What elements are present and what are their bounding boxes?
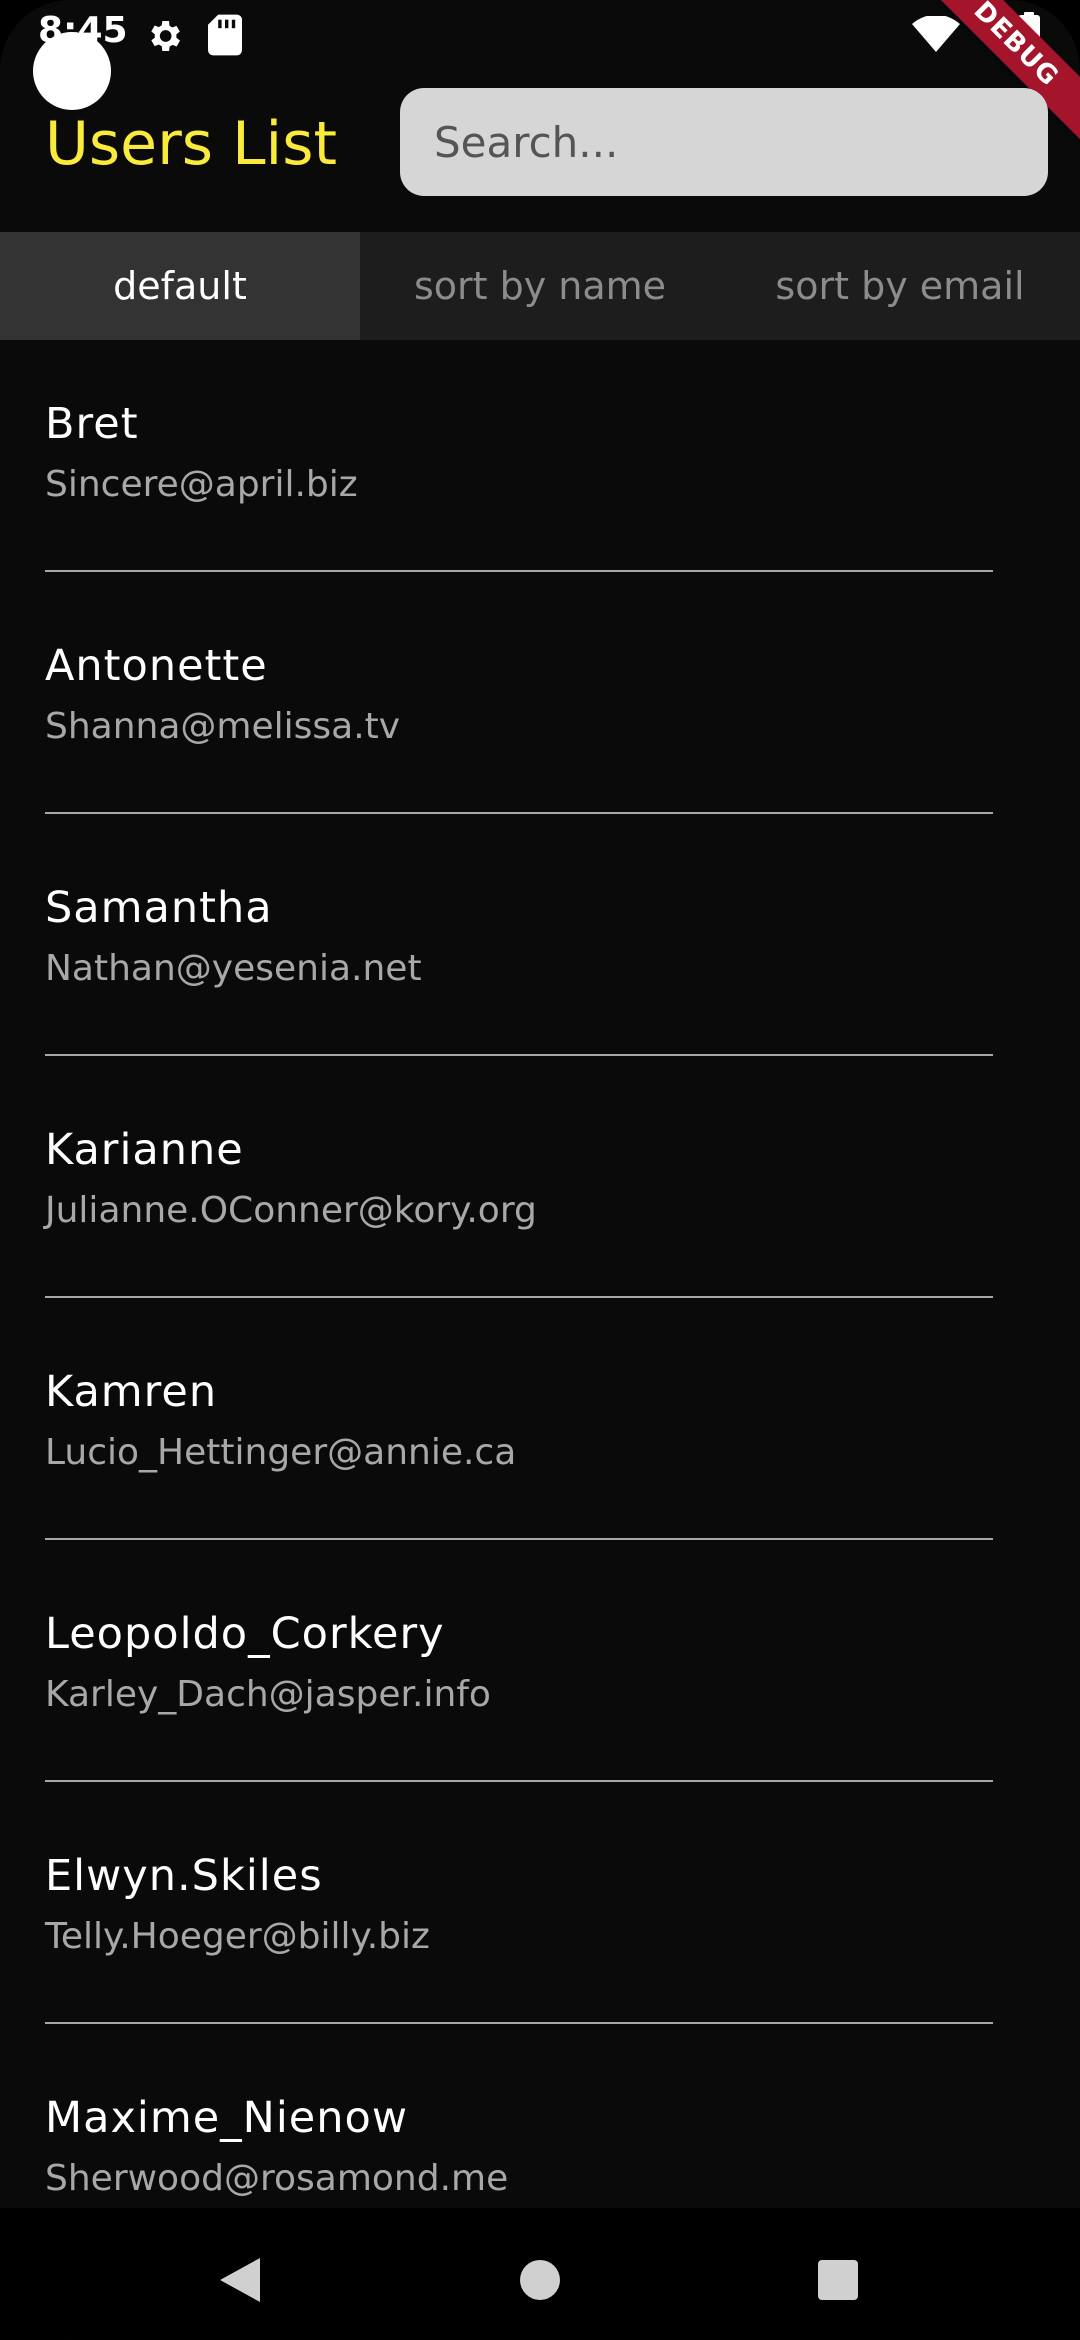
tab-default[interactable]: default: [0, 232, 360, 340]
divider: [45, 570, 993, 572]
status-bar: 8:45 DEBUG: [0, 0, 1080, 145]
list-item[interactable]: Kamren Lucio_Hettinger@annie.ca: [0, 1308, 1080, 1550]
search-input[interactable]: [400, 88, 1048, 196]
list-item[interactable]: Samantha Nathan@yesenia.net: [0, 824, 1080, 1066]
recents-icon[interactable]: [818, 2260, 858, 2300]
page-title: Users List: [45, 109, 337, 179]
divider: [45, 1296, 993, 1298]
user-name: Antonette: [45, 641, 268, 691]
list-item[interactable]: Elwyn.Skiles Telly.Hoeger@billy.biz: [0, 1792, 1080, 2034]
list-item[interactable]: Leopoldo_Corkery Karley_Dach@jasper.info: [0, 1550, 1080, 1792]
divider: [45, 1780, 993, 1782]
gear-icon: [151, 21, 180, 51]
user-name: Bret: [45, 399, 139, 449]
user-name: Kamren: [45, 1367, 218, 1417]
user-name: Samantha: [45, 883, 273, 933]
user-email: Lucio_Hettinger@annie.ca: [45, 1432, 517, 1473]
user-name: Karianne: [45, 1125, 244, 1175]
system-nav-bar: [0, 2208, 1080, 2340]
list-item[interactable]: Antonette Shanna@melissa.tv: [0, 582, 1080, 824]
user-email: Sincere@april.biz: [45, 464, 358, 505]
user-email: Julianne.OConner@kory.org: [45, 1190, 537, 1231]
divider: [45, 812, 993, 814]
user-email: Telly.Hoeger@billy.biz: [45, 1916, 430, 1957]
list-item[interactable]: Karianne Julianne.OConner@kory.org: [0, 1066, 1080, 1308]
user-name: Elwyn.Skiles: [45, 1851, 323, 1901]
tab-sort-by-name[interactable]: sort by name: [360, 232, 720, 340]
user-name: Maxime_Nienow: [45, 2093, 408, 2143]
divider: [45, 2022, 993, 2024]
user-name: Leopoldo_Corkery: [45, 1609, 445, 1659]
user-email: Nathan@yesenia.net: [45, 948, 422, 989]
list-item[interactable]: Bret Sincere@april.biz: [0, 340, 1080, 582]
divider: [45, 1054, 993, 1056]
list-item[interactable]: Maxime_Nienow Sherwood@rosamond.me: [0, 2034, 1080, 2208]
back-icon[interactable]: [220, 2258, 260, 2302]
divider: [45, 1538, 993, 1540]
user-email: Sherwood@rosamond.me: [45, 2158, 509, 2199]
wifi-icon: [912, 16, 960, 52]
sd-card-icon: [208, 14, 242, 56]
user-email: Karley_Dach@jasper.info: [45, 1674, 491, 1715]
home-icon[interactable]: [520, 2260, 560, 2300]
sort-tabs: default sort by name sort by email: [0, 232, 1080, 340]
phone-screen: 8:45 DEBUG Users List default sort by na…: [0, 0, 1080, 2340]
tab-sort-by-email[interactable]: sort by email: [720, 232, 1080, 340]
camera-cutout: [33, 32, 111, 110]
user-email: Shanna@melissa.tv: [45, 706, 401, 747]
user-list[interactable]: Bret Sincere@april.biz Antonette Shanna@…: [0, 340, 1080, 2208]
